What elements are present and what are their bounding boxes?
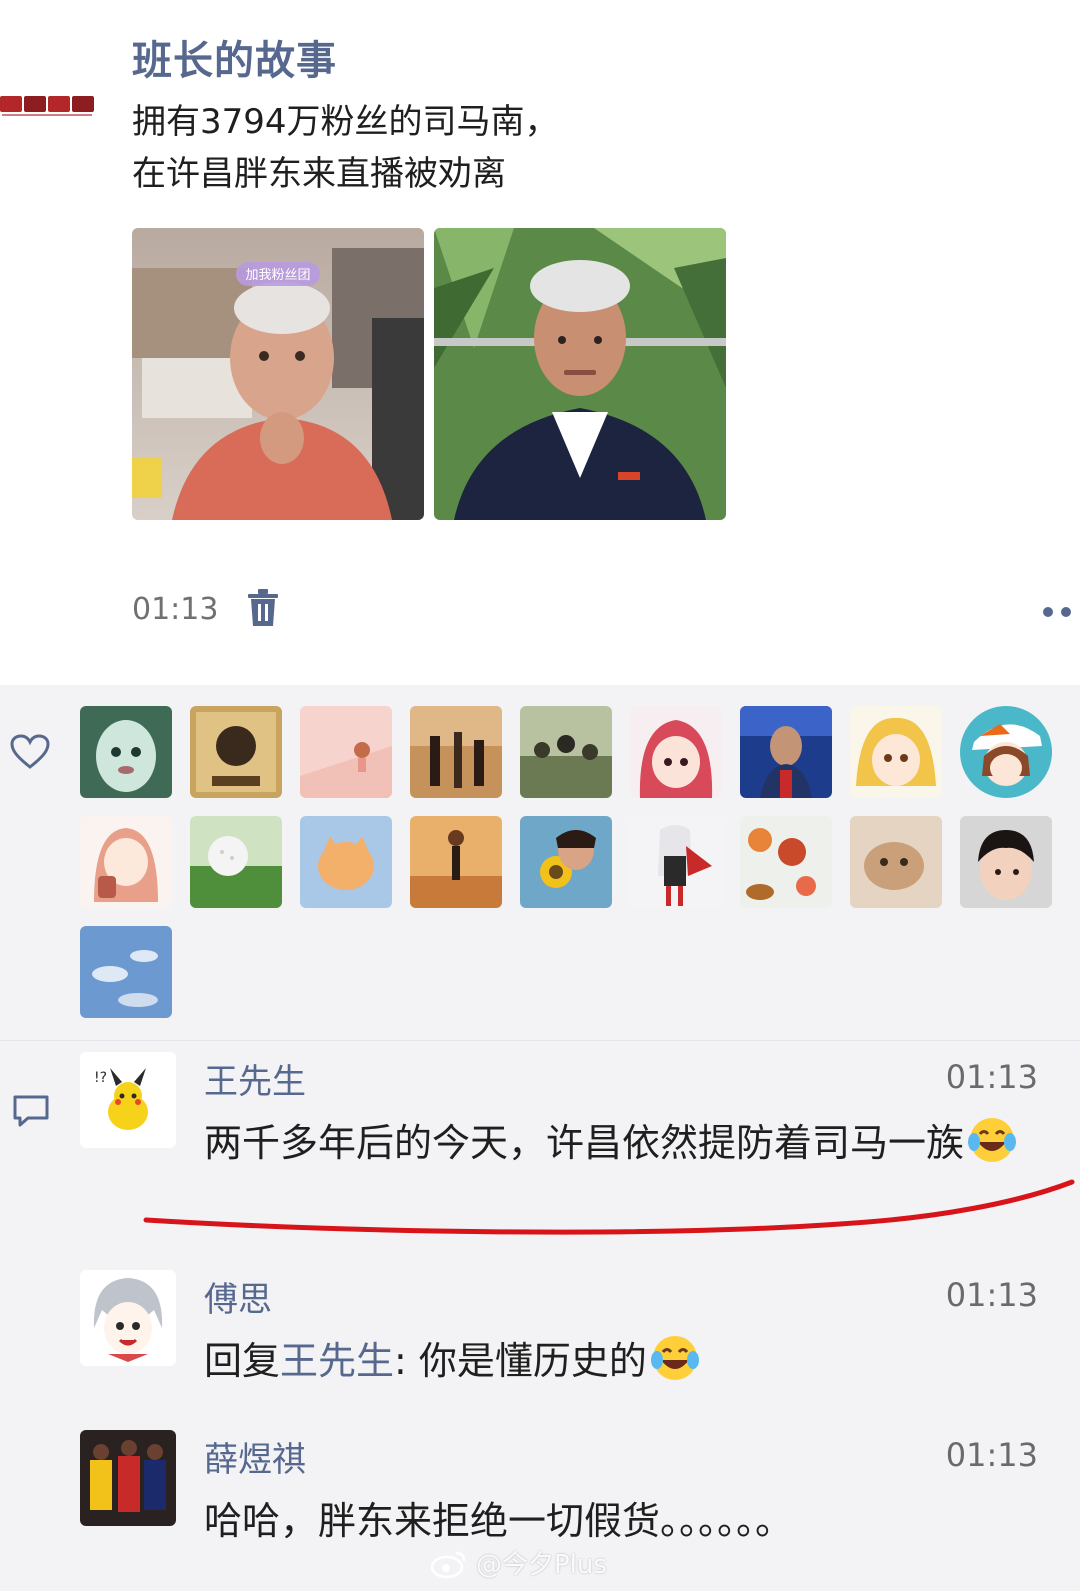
heart-icon bbox=[10, 734, 50, 770]
weibo-logo-icon bbox=[430, 1551, 466, 1579]
post-text-line-2: 在许昌胖东来直播被劝离 bbox=[132, 154, 506, 194]
avatar-pink-girl[interactable] bbox=[300, 706, 392, 798]
avatar-street[interactable] bbox=[410, 706, 502, 798]
comment-author-name[interactable]: 薛煜祺 bbox=[204, 1432, 306, 1481]
comment-time: 01:13 bbox=[945, 1058, 1038, 1096]
comment-body: 回复王先生: 你是懂历史的 bbox=[204, 1330, 1044, 1392]
avatar-pikachu[interactable]: !? bbox=[80, 1052, 176, 1148]
moment-post: 班长的故事 拥有3794万粉丝的司马南， 在许昌胖东来直播被劝离 加我粉丝团 0… bbox=[0, 0, 1080, 685]
trash-icon[interactable] bbox=[246, 588, 280, 628]
comment-time: 01:13 bbox=[945, 1276, 1038, 1314]
comment-body: 哈哈，胖东来拒绝一切假货。。。。。。 bbox=[204, 1490, 1044, 1552]
avatar-anime-swordswoman[interactable] bbox=[630, 816, 722, 908]
comment-text: 哈哈，胖东来拒绝一切假货。。。。。。 bbox=[204, 1499, 794, 1543]
watermark-text: @今夕Plus bbox=[476, 1550, 607, 1580]
comment-author-name[interactable]: 傅思 bbox=[204, 1272, 272, 1321]
reply-prefix: 回复 bbox=[204, 1339, 281, 1383]
comment-text: 两千多年后的今天，许昌依然提防着司马一族 bbox=[204, 1121, 965, 1165]
comment-body: 两千多年后的今天，许昌依然提防着司马一族 bbox=[204, 1112, 1044, 1174]
avatar-crowd[interactable] bbox=[520, 706, 612, 798]
post-text-line-1: 拥有3794万粉丝的司马南， bbox=[132, 102, 559, 142]
avatar-cat-photo[interactable] bbox=[850, 816, 942, 908]
reply-target-name[interactable]: 王先生 bbox=[280, 1339, 394, 1383]
post-text: 拥有3794万粉丝的司马南， 在许昌胖东来直播被劝离 bbox=[132, 96, 832, 200]
avatar-golf-ball[interactable] bbox=[190, 816, 282, 908]
post-time: 01:13 bbox=[132, 592, 219, 627]
red-underline-annotation bbox=[143, 1179, 1075, 1235]
photo-overlay-tag: 加我粉丝团 bbox=[245, 268, 310, 283]
avatar-anime-red-hair[interactable] bbox=[630, 706, 722, 798]
post-author-name[interactable]: 班长的故事 bbox=[132, 28, 337, 86]
avatar-basketball[interactable] bbox=[80, 1430, 176, 1526]
avatar-wanted-poster[interactable] bbox=[190, 706, 282, 798]
comment-author-name[interactable]: 王先生 bbox=[204, 1054, 306, 1103]
svg-text:!?: !? bbox=[94, 1070, 107, 1086]
comment-item-1[interactable]: !? 王先生 01:13 两千多年后的今天，许昌依然提防着司马一族 bbox=[0, 1052, 1080, 1192]
more-dots-icon[interactable] bbox=[1042, 604, 1078, 620]
avatar-food[interactable] bbox=[740, 816, 832, 908]
avatar-anime-boy[interactable] bbox=[80, 1270, 176, 1366]
post-photo-2[interactable] bbox=[434, 228, 726, 520]
comment-text: : 你是懂历史的 bbox=[394, 1339, 647, 1383]
likes-comments-divider bbox=[0, 1040, 1080, 1041]
avatar-anime-hat[interactable] bbox=[960, 706, 1052, 798]
comment-time: 01:13 bbox=[945, 1436, 1038, 1474]
avatar-spiderman[interactable] bbox=[740, 706, 832, 798]
laugh-cry-emoji-icon bbox=[650, 1336, 699, 1380]
author-avatar[interactable] bbox=[0, 88, 100, 120]
comment-item-2[interactable]: 傅思 01:13 回复王先生: 你是懂历史的 bbox=[0, 1270, 1080, 1390]
laugh-cry-emoji-icon bbox=[968, 1118, 1017, 1162]
avatar-anime-backpack[interactable] bbox=[80, 816, 172, 908]
post-photo-1[interactable]: 加我粉丝团 bbox=[132, 228, 424, 520]
avatar-anime-blonde[interactable] bbox=[850, 706, 942, 798]
avatar-baby-face[interactable] bbox=[80, 706, 172, 798]
avatar-sunflower[interactable] bbox=[520, 816, 612, 908]
comment-item-3[interactable]: 薛煜祺 01:13 哈哈，胖东来拒绝一切假货。。。。。。 bbox=[0, 1430, 1080, 1550]
watermark: @今夕Plus bbox=[430, 1544, 607, 1581]
avatar-sky[interactable] bbox=[80, 926, 172, 1018]
avatar-toddler[interactable] bbox=[960, 816, 1052, 908]
avatar-orange-cat[interactable] bbox=[300, 816, 392, 908]
avatar-runner[interactable] bbox=[410, 816, 502, 908]
